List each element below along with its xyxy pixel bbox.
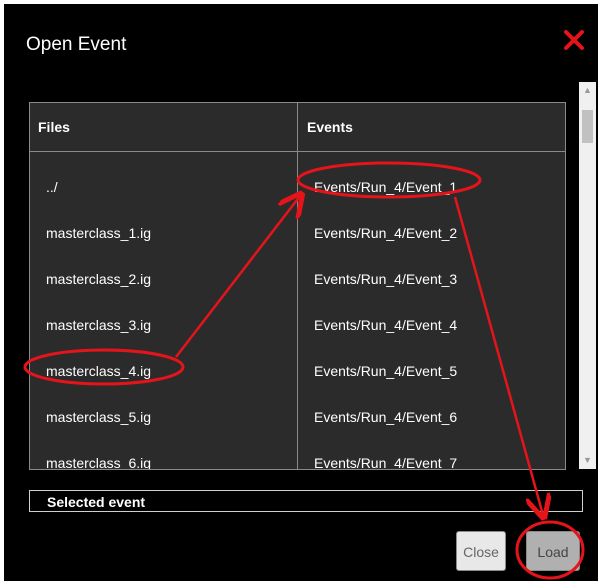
vertical-scrollbar[interactable]: ▲ ▼: [579, 82, 596, 469]
scrollbar-thumb[interactable]: [582, 110, 593, 143]
scroll-up-arrow-icon[interactable]: ▲: [579, 82, 596, 99]
event-item[interactable]: Events/Run_4/Event_3: [314, 271, 457, 287]
table-row: masterclass_3.ig Events/Run_4/Event_4: [30, 303, 565, 349]
scroll-down-arrow-icon[interactable]: ▼: [579, 452, 596, 469]
table-header: Files Events: [30, 103, 565, 152]
load-button[interactable]: Load: [526, 531, 580, 571]
selected-event-field: Selected event: [29, 490, 583, 512]
files-events-table: Files Events ../ Events/Run_4/Event_1 ma…: [29, 102, 566, 470]
table-row: masterclass_5.ig Events/Run_4/Event_6: [30, 395, 565, 441]
event-item[interactable]: Events/Run_4/Event_7: [314, 455, 457, 469]
table-row: masterclass_6.ig Events/Run_4/Event_7: [30, 441, 565, 469]
file-item[interactable]: masterclass_1.ig: [46, 225, 151, 241]
file-item[interactable]: masterclass_5.ig: [46, 409, 151, 425]
file-item[interactable]: ../: [46, 179, 58, 195]
table-row: masterclass_4.ig Events/Run_4/Event_5: [30, 349, 565, 395]
events-column-header: Events: [307, 119, 353, 135]
close-button[interactable]: Close: [456, 531, 506, 571]
file-item[interactable]: masterclass_4.ig: [46, 363, 151, 379]
file-item[interactable]: masterclass_3.ig: [46, 317, 151, 333]
table-row: ../ Events/Run_4/Event_1: [30, 165, 565, 211]
table-row: masterclass_1.ig Events/Run_4/Event_2: [30, 211, 565, 257]
dialog-title: Open Event: [26, 34, 127, 55]
event-item[interactable]: Events/Run_4/Event_2: [314, 225, 457, 241]
file-item[interactable]: masterclass_6.ig: [46, 455, 151, 469]
open-event-dialog: Open Event Files Events ../ Events/Run_4…: [4, 4, 598, 581]
event-item[interactable]: Events/Run_4/Event_1: [314, 179, 457, 195]
event-item[interactable]: Events/Run_4/Event_6: [314, 409, 457, 425]
file-item[interactable]: masterclass_2.ig: [46, 271, 151, 287]
event-item[interactable]: Events/Run_4/Event_5: [314, 363, 457, 379]
event-item[interactable]: Events/Run_4/Event_4: [314, 317, 457, 333]
close-x-icon[interactable]: [562, 28, 586, 52]
files-column-header: Files: [38, 119, 70, 135]
table-row: masterclass_2.ig Events/Run_4/Event_3: [30, 257, 565, 303]
